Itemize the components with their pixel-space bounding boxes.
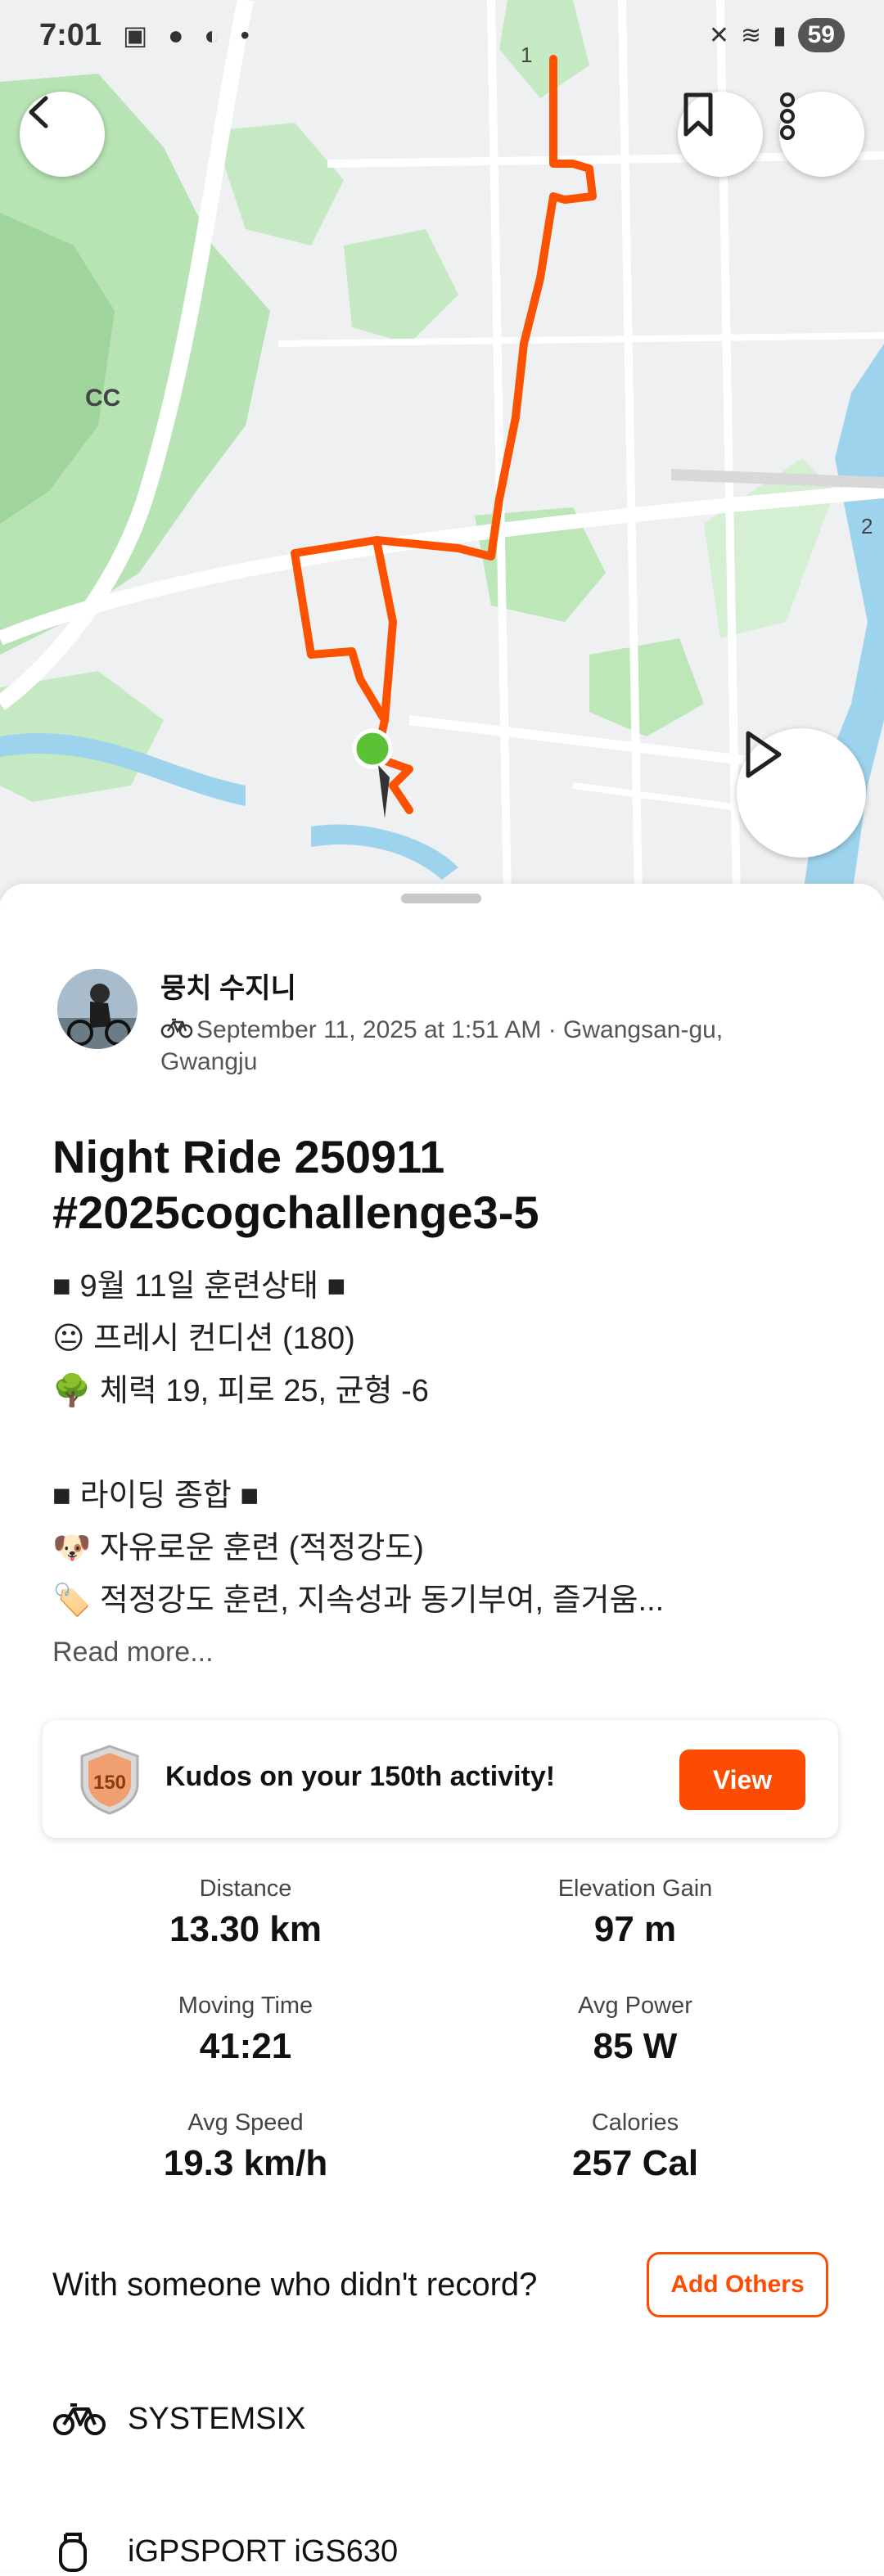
stat-distance: Distance 13.30 km <box>82 1876 409 1950</box>
device-icon <box>52 2531 106 2572</box>
more-options-button[interactable] <box>779 92 864 177</box>
description-line: 😐 프레시 컨디션 (180) <box>52 1322 355 1356</box>
stat-label: Moving Time <box>178 1993 313 2019</box>
activity-title: Night Ride 250911 #2025cogchallenge3-5 <box>52 1129 838 1241</box>
map-label-cc: CC <box>85 385 121 412</box>
gear-bike-name: SYSTEMSIX <box>128 2401 306 2436</box>
system-icons: ✕ ≋ ▮ 59 <box>709 18 845 52</box>
battery-indicator: 59 <box>797 18 845 52</box>
bike-icon <box>160 1016 196 1047</box>
more-vertical-icon <box>780 92 795 140</box>
status-bar: 7:01 ▣ ● ◐ • ✕ ≋ ▮ 59 <box>0 0 884 82</box>
stat-label: Distance <box>199 1876 292 1902</box>
save-button[interactable] <box>678 92 763 177</box>
milestone-badge-icon: 150 <box>74 1743 146 1815</box>
activity-title-line2: #2025cogchallenge3-5 <box>52 1187 539 1238</box>
stat-value: 19.3 km/h <box>163 2143 328 2183</box>
chevron-left-icon <box>29 96 48 128</box>
description-line <box>52 1417 838 1470</box>
stat-label: Avg Speed <box>187 2110 304 2136</box>
activity-sheet: 뭉치 수지니 September 11, 2025 at 1:51 AM · G… <box>0 884 884 2572</box>
gear-device-row[interactable]: iGPSPORT iGS630 <box>52 2527 398 2576</box>
milestone-card: 150 Kudos on your 150th activity! View <box>43 1720 838 1838</box>
drag-handle[interactable] <box>401 894 481 903</box>
stat-value: 97 m <box>593 1909 677 1949</box>
activity-title-line1: Night Ride 250911 <box>52 1131 445 1182</box>
description-line: ■ 라이딩 종합 ■ <box>52 1479 259 1513</box>
avatar[interactable] <box>57 969 138 1049</box>
view-button[interactable]: View <box>679 1750 805 1810</box>
activity-description: ■ 9월 11일 훈련상태 ■ 😐 프레시 컨디션 (180) 🌳 체력 19,… <box>52 1260 838 1627</box>
stat-elevation-gain: Elevation Gain 97 m <box>471 1876 799 1950</box>
description-line: 🐶 자유로운 훈련 (적정강도) <box>52 1531 424 1565</box>
status-time: 7:01 <box>39 18 102 52</box>
stat-value: 13.30 km <box>169 1909 322 1949</box>
add-others-prompt: With someone who didn't record? <box>52 2267 538 2303</box>
route-map[interactable]: CC 1 2 7:01 ▣ ● ◐ • ✕ ≋ ▮ 59 <box>0 0 884 900</box>
gear-device-name: iGPSPORT iGS630 <box>128 2533 399 2569</box>
read-more-link[interactable]: Read more... <box>52 1637 214 1669</box>
start-marker <box>352 728 393 769</box>
bookmark-icon <box>683 92 713 137</box>
badge-number: 150 <box>93 1772 126 1794</box>
avatar-image <box>57 969 138 1049</box>
stat-label: Elevation Gain <box>557 1876 713 1902</box>
back-button[interactable] <box>20 92 105 177</box>
description-line: 🌳 체력 19, 피로 25, 균형 -6 <box>52 1374 429 1408</box>
stat-label: Calories <box>591 2110 679 2136</box>
gear-bike-row[interactable]: SYSTEMSIX <box>52 2394 306 2443</box>
stat-avg-speed: Avg Speed 19.3 km/h <box>82 2110 409 2184</box>
play-icon <box>746 731 782 778</box>
stat-value: 41:21 <box>199 2026 292 2066</box>
stat-value: 85 W <box>593 2026 678 2066</box>
milestone-text: Kudos on your 150th activity! <box>165 1761 556 1792</box>
description-line: ■ 9월 11일 훈련상태 ■ <box>52 1269 346 1304</box>
stat-value: 257 Cal <box>571 2143 699 2183</box>
wifi-icon: ≋ <box>740 21 762 49</box>
flyover-play-button[interactable] <box>737 728 866 858</box>
stat-label: Avg Power <box>578 1993 692 2019</box>
map-road-number: 2 <box>861 514 873 538</box>
athlete-name[interactable]: 뭉치 수지니 <box>160 966 296 1006</box>
route-line <box>291 55 597 814</box>
description-line: 🏷️ 적정강도 훈련, 지속성과 동기부여, 즐거움... <box>52 1583 665 1618</box>
mute-icon: ✕ <box>708 21 729 49</box>
signal-icon: ▮ <box>773 21 787 49</box>
notification-icons: ▣ ● ◐ • <box>123 20 256 50</box>
stat-calories: Calories 257 Cal <box>471 2110 799 2184</box>
bike-icon <box>52 2398 106 2439</box>
activity-date-location: September 11, 2025 at 1:51 AM · Gwangsan… <box>160 1016 724 1076</box>
activity-meta: September 11, 2025 at 1:51 AM · Gwangsan… <box>160 1015 783 1078</box>
stat-moving-time: Moving Time 41:21 <box>82 1993 409 2067</box>
stat-avg-power: Avg Power 85 W <box>471 1993 799 2067</box>
add-others-button[interactable]: Add Others <box>647 2252 828 2317</box>
